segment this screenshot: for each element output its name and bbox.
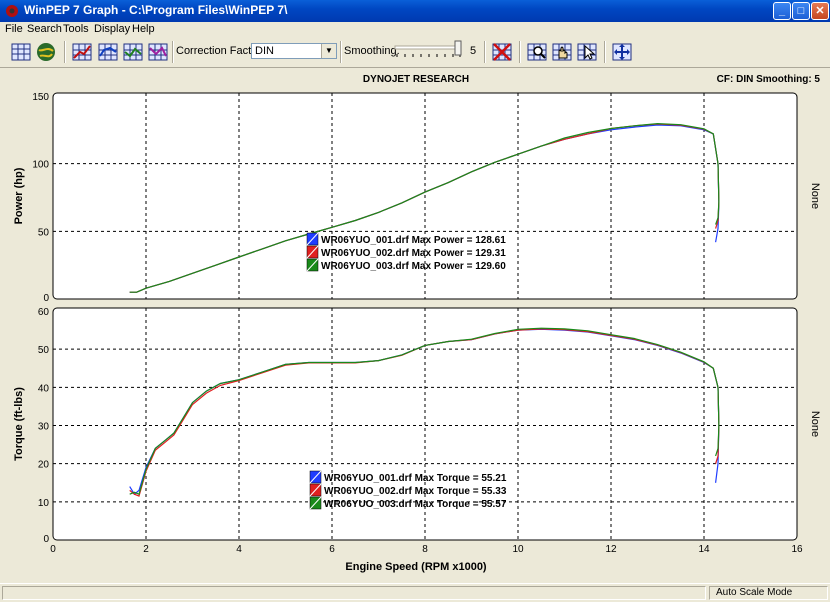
power-right-label: None xyxy=(809,183,821,209)
window-title: WinPEP 7 Graph - C:\Program Files\WinPEP… xyxy=(24,3,288,17)
x-axis-label: Engine Speed (RPM x1000) xyxy=(345,561,487,573)
correction-factor-value: DIN xyxy=(255,45,274,57)
y-tick-label: 30 xyxy=(38,422,50,433)
legend-swatch xyxy=(309,470,322,484)
toolbar-separator xyxy=(519,41,521,63)
legend-entry: WR06YUO_003.drf Max Torque = 55.57 xyxy=(324,499,507,510)
x-tick-label: 0 xyxy=(50,544,56,555)
cursor-icon xyxy=(577,43,597,61)
legend-swatch xyxy=(309,483,322,497)
toolbar-separator xyxy=(340,41,342,63)
pan-button[interactable] xyxy=(550,40,574,64)
chart-other-button[interactable] xyxy=(146,40,170,64)
correction-factor-select[interactable]: DIN ▼ xyxy=(251,43,337,59)
x-tick-label: 6 xyxy=(329,544,335,555)
legend-entry: WR06YUO_001.drf Max Power = 128.61 xyxy=(321,235,506,246)
open-runs-button[interactable] xyxy=(9,40,33,64)
torque-ticks: 0 10 20 30 40 50 60 xyxy=(38,307,50,545)
y-tick-label: 0 xyxy=(43,534,49,545)
chart-grid-icon xyxy=(98,43,118,61)
move-arrows-icon xyxy=(612,43,632,61)
x-tick-label: 12 xyxy=(605,544,617,555)
x-tick-label: 10 xyxy=(512,544,524,555)
smoothing-value: 5 xyxy=(470,45,477,57)
grid-icon xyxy=(11,43,31,61)
toolbar-separator xyxy=(64,41,66,63)
chevron-down-icon[interactable]: ▼ xyxy=(321,44,336,58)
cursor-button[interactable] xyxy=(575,40,599,64)
toolbar-separator xyxy=(484,41,486,63)
legend-entry: WR06YUO_003.drf Max Power = 129.60 xyxy=(321,261,506,272)
y-tick-label: 10 xyxy=(38,498,50,509)
chart-grid-icon xyxy=(148,43,168,61)
y-tick-label: 50 xyxy=(38,345,50,356)
menu-help[interactable]: Help xyxy=(132,23,155,35)
y-tick-label: 40 xyxy=(38,383,50,394)
legend-entry: WR06YUO_002.drf Max Torque = 55.33 xyxy=(324,486,507,497)
power-ticks: 0 50 100 150 xyxy=(32,92,49,304)
dyno-graph: DYNOJET RESEARCH CF: DIN Smoothing: 5 0 5… xyxy=(13,74,821,573)
legend-swatch xyxy=(306,232,319,246)
chart-grid-icon xyxy=(72,43,92,61)
y-tick-label: 20 xyxy=(38,460,50,471)
legend-swatch xyxy=(309,496,322,510)
close-button[interactable]: ✕ xyxy=(811,2,829,20)
chart-power-button[interactable] xyxy=(70,40,94,64)
torque-right-label: None xyxy=(809,411,821,437)
x-tick-label: 2 xyxy=(143,544,149,555)
legend-swatch xyxy=(306,258,319,272)
graph-area: DYNOJET RESEARCH CF: DIN Smoothing: 5 0 5… xyxy=(0,68,830,583)
clear-runs-button[interactable] xyxy=(490,40,514,64)
power-axis-label: Power (hp) xyxy=(13,167,25,224)
chart-title: DYNOJET RESEARCH xyxy=(363,74,469,85)
y-tick-label: 150 xyxy=(32,92,49,103)
x-tick-label: 14 xyxy=(698,544,710,555)
status-pane xyxy=(2,586,706,600)
smoothing-label: Smoothing: xyxy=(344,45,400,57)
x-axis-ticks: 0 2 4 6 8 10 12 14 16 xyxy=(50,544,803,555)
zoom-icon xyxy=(527,43,547,61)
move-button[interactable] xyxy=(610,40,634,64)
zoom-button[interactable] xyxy=(525,40,549,64)
slider-track xyxy=(394,45,462,50)
slider-ticks xyxy=(396,54,461,57)
menu-tools[interactable]: Tools xyxy=(63,23,89,35)
toolbar-separator xyxy=(172,41,174,63)
status-text: Auto Scale Mode xyxy=(716,587,793,598)
toolbar-separator xyxy=(604,41,606,63)
y-tick-label: 50 xyxy=(38,227,50,238)
torque-axis-label: Torque (ft-lbs) xyxy=(13,387,25,461)
maximize-button[interactable]: □ xyxy=(792,2,810,20)
x-tick-label: 16 xyxy=(791,544,803,555)
no-graph-icon xyxy=(492,43,512,61)
x-tick-label: 4 xyxy=(236,544,242,555)
chart-afr-button[interactable] xyxy=(121,40,145,64)
menu-file[interactable]: File xyxy=(5,23,23,35)
x-tick-label: 8 xyxy=(422,544,428,555)
y-tick-label: 60 xyxy=(38,307,50,318)
y-tick-label: 0 xyxy=(43,293,49,304)
menu-display[interactable]: Display xyxy=(94,23,130,35)
smoothing-slider[interactable] xyxy=(393,40,463,62)
menu-bar: File Search Tools Display Help xyxy=(0,22,830,37)
legend-entry: WR06YUO_001.drf Max Torque = 55.21 xyxy=(324,473,507,484)
chart-info: CF: DIN Smoothing: 5 xyxy=(717,74,821,85)
app-icon xyxy=(6,5,18,17)
globe-icon xyxy=(37,43,55,61)
power-legend: WR06YUO_001.drf Max Power = 128.61 WR06YU… xyxy=(306,232,506,272)
torque-legend: WR06YUO_001.drf Max Torque = 55.21 WR06YU… xyxy=(309,470,507,510)
y-tick-label: 100 xyxy=(32,160,49,171)
chart-torque-button[interactable] xyxy=(96,40,120,64)
title-bar: WinPEP 7 Graph - C:\Program Files\WinPEP… xyxy=(0,0,830,22)
slider-thumb[interactable] xyxy=(454,40,462,56)
legend-swatch xyxy=(306,245,319,259)
hand-icon xyxy=(552,43,572,61)
chart-grid-icon xyxy=(123,43,143,61)
status-bar: Auto Scale Mode xyxy=(0,583,830,602)
graph-options-button[interactable] xyxy=(34,40,58,64)
menu-search[interactable]: Search xyxy=(27,23,62,35)
minimize-button[interactable]: _ xyxy=(773,2,791,20)
legend-entry: WR06YUO_002.drf Max Power = 129.31 xyxy=(321,248,506,259)
